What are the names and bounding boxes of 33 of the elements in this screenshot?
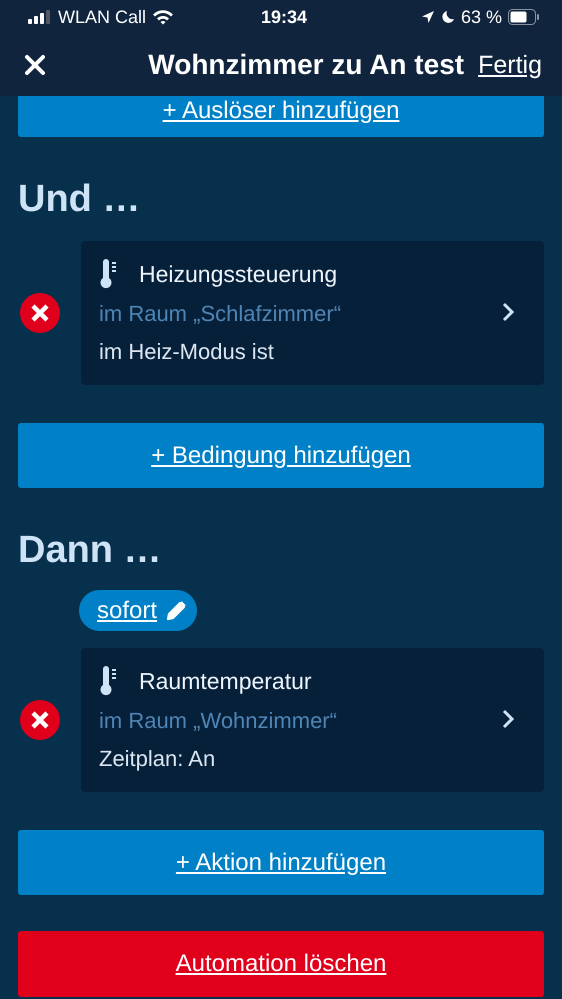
rule-card[interactable]: Heizungssteuerung im Raum „Schlafzimmer“ im Heiz-Modus ist: [81, 241, 544, 385]
done-link[interactable]: Fertig: [478, 50, 542, 80]
card-title: Raumtemperatur: [139, 668, 312, 694]
screen-title: Wohnzimmer zu An test: [147, 49, 464, 81]
battery-icon: [508, 9, 540, 25]
close-button[interactable]: [24, 54, 46, 76]
room-text: im Raum „Schlafzimmer“: [99, 301, 342, 327]
carrier-text: WLAN Call: [58, 6, 146, 28]
battery-percent: 63 %: [460, 6, 502, 28]
section-heading: Dann …: [18, 528, 163, 572]
card-title: Heizungssteuerung: [139, 260, 338, 288]
state-text: Zeitplan: An: [99, 746, 216, 772]
delete-icon[interactable]: [20, 293, 60, 333]
pencil-icon: [165, 600, 188, 622]
thermometer-icon: [99, 666, 119, 696]
add-trigger-button[interactable]: + Auslöser hinzufügen: [18, 96, 544, 137]
signal-icon: [28, 10, 52, 24]
thermometer-icon: [99, 259, 119, 289]
add-button[interactable]: + Aktion hinzufügen: [18, 830, 544, 895]
location-arrow-icon: [420, 10, 435, 24]
chevron-right-icon: [502, 302, 514, 322]
delete-automation-button[interactable]: Automation löschen: [18, 931, 544, 997]
delay-chip[interactable]: sofort: [79, 590, 198, 631]
add-button[interactable]: + Bedingung hinzufügen: [18, 423, 544, 488]
delete-icon[interactable]: [20, 700, 60, 740]
room-text: im Raum „Wohnzimmer“: [99, 708, 338, 734]
moon-icon: [440, 10, 455, 24]
section-heading: Und …: [18, 177, 142, 221]
wifi-icon: [152, 9, 174, 25]
status-time: 19:34: [260, 6, 308, 28]
state-text: im Heiz-Modus ist: [99, 339, 275, 365]
rule-card[interactable]: Raumtemperatur im Raum „Wohnzimmer“ Zeitplan: An: [81, 648, 544, 792]
chevron-right-icon: [502, 709, 514, 729]
